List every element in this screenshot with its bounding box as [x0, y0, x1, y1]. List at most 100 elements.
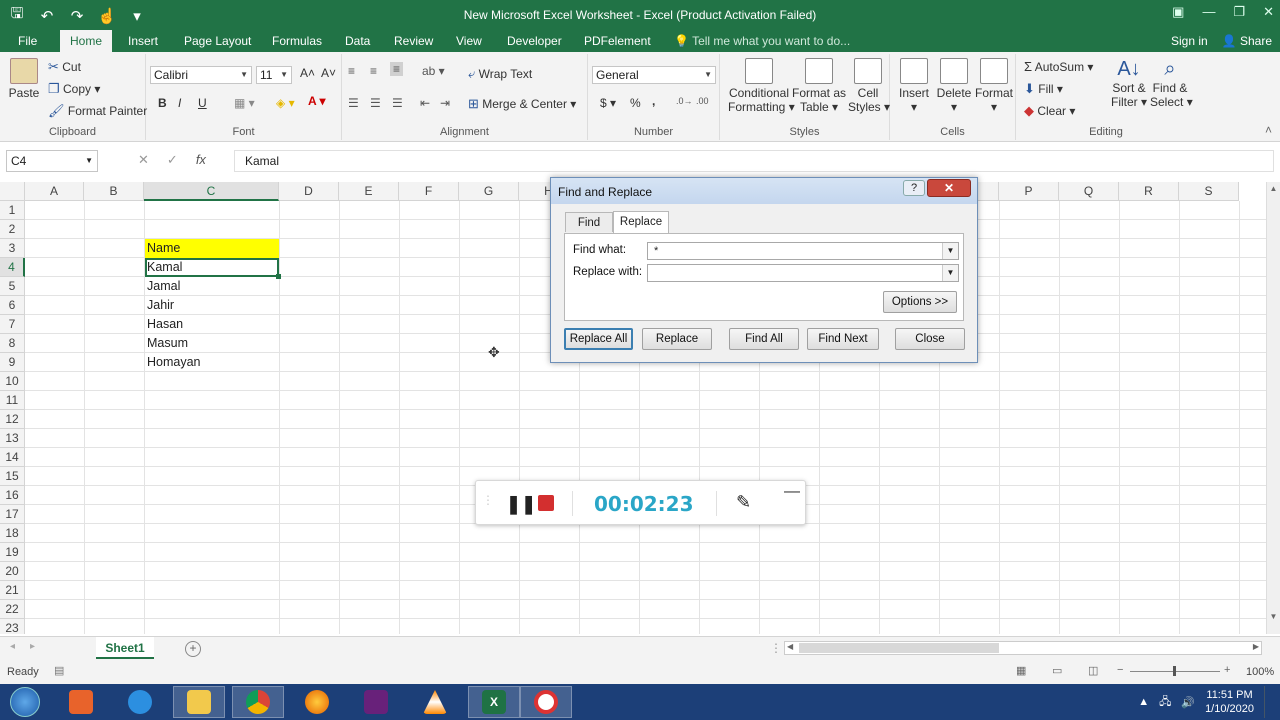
- chevron-down-icon[interactable]: ▼: [942, 243, 958, 259]
- decrease-decimal-icon[interactable]: .00: [696, 96, 709, 106]
- tab-developer[interactable]: Developer: [501, 30, 568, 52]
- zoom-out-icon[interactable]: −: [1117, 664, 1123, 676]
- page-break-view-icon[interactable]: ◫: [1088, 664, 1098, 677]
- replace-with-field[interactable]: ▼: [647, 264, 959, 282]
- minimize-recorder-icon[interactable]: —: [784, 483, 800, 501]
- pen-icon[interactable]: ✎: [736, 492, 751, 513]
- sign-in-link[interactable]: Sign in: [1171, 30, 1208, 52]
- tab-page-layout[interactable]: Page Layout: [178, 30, 257, 52]
- number-format-dropdown[interactable]: General ▼: [592, 66, 716, 84]
- taskbar-excel[interactable]: X: [468, 686, 520, 718]
- row-header[interactable]: 1: [0, 201, 25, 220]
- replace-button[interactable]: Replace: [642, 328, 712, 350]
- cut-button[interactable]: ✂ Cut: [48, 59, 81, 75]
- page-layout-view-icon[interactable]: ▭: [1052, 664, 1062, 677]
- row-header[interactable]: 14: [0, 448, 25, 467]
- row-header[interactable]: 19: [0, 543, 25, 562]
- chevron-down-icon[interactable]: ▼: [942, 265, 958, 281]
- zoom-slider-thumb[interactable]: [1173, 666, 1176, 676]
- scroll-down-icon[interactable]: ▼: [1267, 612, 1280, 621]
- row-header[interactable]: 6: [0, 296, 25, 315]
- taskbar-firefox[interactable]: [291, 686, 343, 718]
- copy-button[interactable]: ❐ Copy ▾: [48, 81, 100, 97]
- column-header[interactable]: A: [25, 182, 84, 201]
- dialog-title-bar[interactable]: Find and Replace ? ✕: [551, 178, 977, 204]
- taskbar-visual-studio[interactable]: [350, 686, 402, 718]
- autosum-button[interactable]: Σ AutoSum ▾: [1024, 59, 1093, 74]
- macro-record-icon[interactable]: ▤: [54, 664, 64, 677]
- align-bottom-icon[interactable]: ≡: [390, 62, 404, 76]
- cell-c4[interactable]: Kamal: [145, 258, 279, 277]
- cell-c6[interactable]: Jahir: [145, 296, 279, 315]
- insert-cells-button[interactable]: Insert ▾: [896, 58, 932, 114]
- close-button[interactable]: Close: [895, 328, 965, 350]
- tell-me-search[interactable]: 💡 Tell me what you want to do...: [668, 30, 856, 52]
- stop-icon[interactable]: [538, 495, 554, 511]
- find-select-button[interactable]: ⌕ Find & Select ▾: [1150, 58, 1193, 109]
- taskbar-vlc[interactable]: [409, 686, 461, 718]
- fill-color-icon[interactable]: ◈ ▾: [276, 96, 295, 110]
- row-header[interactable]: 2: [0, 220, 25, 239]
- borders-icon[interactable]: ▦ ▾: [234, 96, 255, 110]
- increase-indent-icon[interactable]: ⇥: [440, 96, 450, 110]
- fill-handle[interactable]: [276, 274, 281, 279]
- taskbar-screen-recorder[interactable]: [520, 686, 572, 718]
- replace-all-button[interactable]: Replace All: [564, 328, 633, 350]
- zoom-in-icon[interactable]: +: [1224, 664, 1230, 676]
- cell-c5[interactable]: Jamal: [145, 277, 279, 296]
- volume-icon[interactable]: 🔊: [1181, 696, 1195, 709]
- merge-center-button[interactable]: ⊞ Merge & Center ▾: [468, 96, 576, 112]
- wrap-text-button[interactable]: ⤶ Wrap Text: [468, 66, 532, 82]
- show-hidden-icons-icon[interactable]: ▲: [1138, 696, 1149, 708]
- tab-view[interactable]: View: [450, 30, 488, 52]
- row-header[interactable]: 15: [0, 467, 25, 486]
- formula-input[interactable]: Kamal: [234, 150, 1274, 172]
- paste-button[interactable]: Paste: [8, 58, 40, 100]
- format-painter-button[interactable]: 🖌 Format Painter: [48, 103, 147, 119]
- taskbar-internet-explorer[interactable]: [114, 686, 166, 718]
- tab-file[interactable]: File: [12, 30, 43, 52]
- normal-view-icon[interactable]: ▦: [1016, 664, 1026, 677]
- align-middle-icon[interactable]: ≡: [370, 64, 377, 78]
- taskbar-file-explorer[interactable]: [173, 686, 225, 718]
- insert-function-icon[interactable]: fx: [196, 152, 206, 168]
- font-name-dropdown[interactable]: Calibri ▼: [150, 66, 252, 84]
- row-header[interactable]: 8: [0, 334, 25, 353]
- cell-c3[interactable]: Name: [145, 239, 279, 258]
- cell-styles-button[interactable]: Cell Styles ▾: [848, 58, 890, 114]
- ribbon-display-options-icon[interactable]: ▣: [1172, 4, 1184, 20]
- row-header[interactable]: 9: [0, 353, 25, 372]
- row-header[interactable]: 21: [0, 581, 25, 600]
- bold-button[interactable]: B: [158, 96, 167, 110]
- tab-find[interactable]: Find: [565, 212, 613, 232]
- font-color-icon[interactable]: A ▾: [308, 94, 326, 108]
- align-right-icon[interactable]: ☰: [392, 96, 403, 110]
- column-header[interactable]: C: [144, 182, 279, 201]
- row-header[interactable]: 7: [0, 315, 25, 334]
- sort-filter-button[interactable]: A↓ Sort & Filter ▾: [1110, 58, 1148, 109]
- increase-decimal-icon[interactable]: .0→: [676, 96, 693, 106]
- scroll-right-icon[interactable]: ▶: [1253, 642, 1259, 651]
- column-header[interactable]: R: [1119, 182, 1179, 201]
- row-header[interactable]: 16: [0, 486, 25, 505]
- shrink-font-button[interactable]: A˅: [321, 66, 336, 80]
- column-header[interactable]: F: [399, 182, 459, 201]
- italic-button[interactable]: I: [178, 96, 181, 110]
- options-button[interactable]: Options >>: [883, 291, 957, 313]
- drag-handle-icon[interactable]: ⋮: [482, 493, 494, 507]
- orientation-icon[interactable]: ab ▾: [422, 64, 445, 78]
- font-size-dropdown[interactable]: 11 ▼: [256, 66, 292, 84]
- decrease-indent-icon[interactable]: ⇤: [420, 96, 430, 110]
- enter-icon[interactable]: ✓: [167, 152, 178, 168]
- close-window-icon[interactable]: ✕: [1263, 4, 1274, 20]
- column-header[interactable]: D: [279, 182, 339, 201]
- taskbar-media-player[interactable]: [55, 686, 107, 718]
- column-header[interactable]: B: [84, 182, 144, 201]
- delete-cells-button[interactable]: Delete ▾: [934, 58, 974, 114]
- conditional-formatting-button[interactable]: Conditional Formatting ▾: [728, 58, 795, 114]
- fill-button[interactable]: ⬇ Fill ▾: [1024, 81, 1063, 97]
- cell-c9[interactable]: Homayan: [145, 353, 279, 372]
- column-header[interactable]: E: [339, 182, 399, 201]
- row-header[interactable]: 5: [0, 277, 25, 296]
- column-header[interactable]: P: [999, 182, 1059, 201]
